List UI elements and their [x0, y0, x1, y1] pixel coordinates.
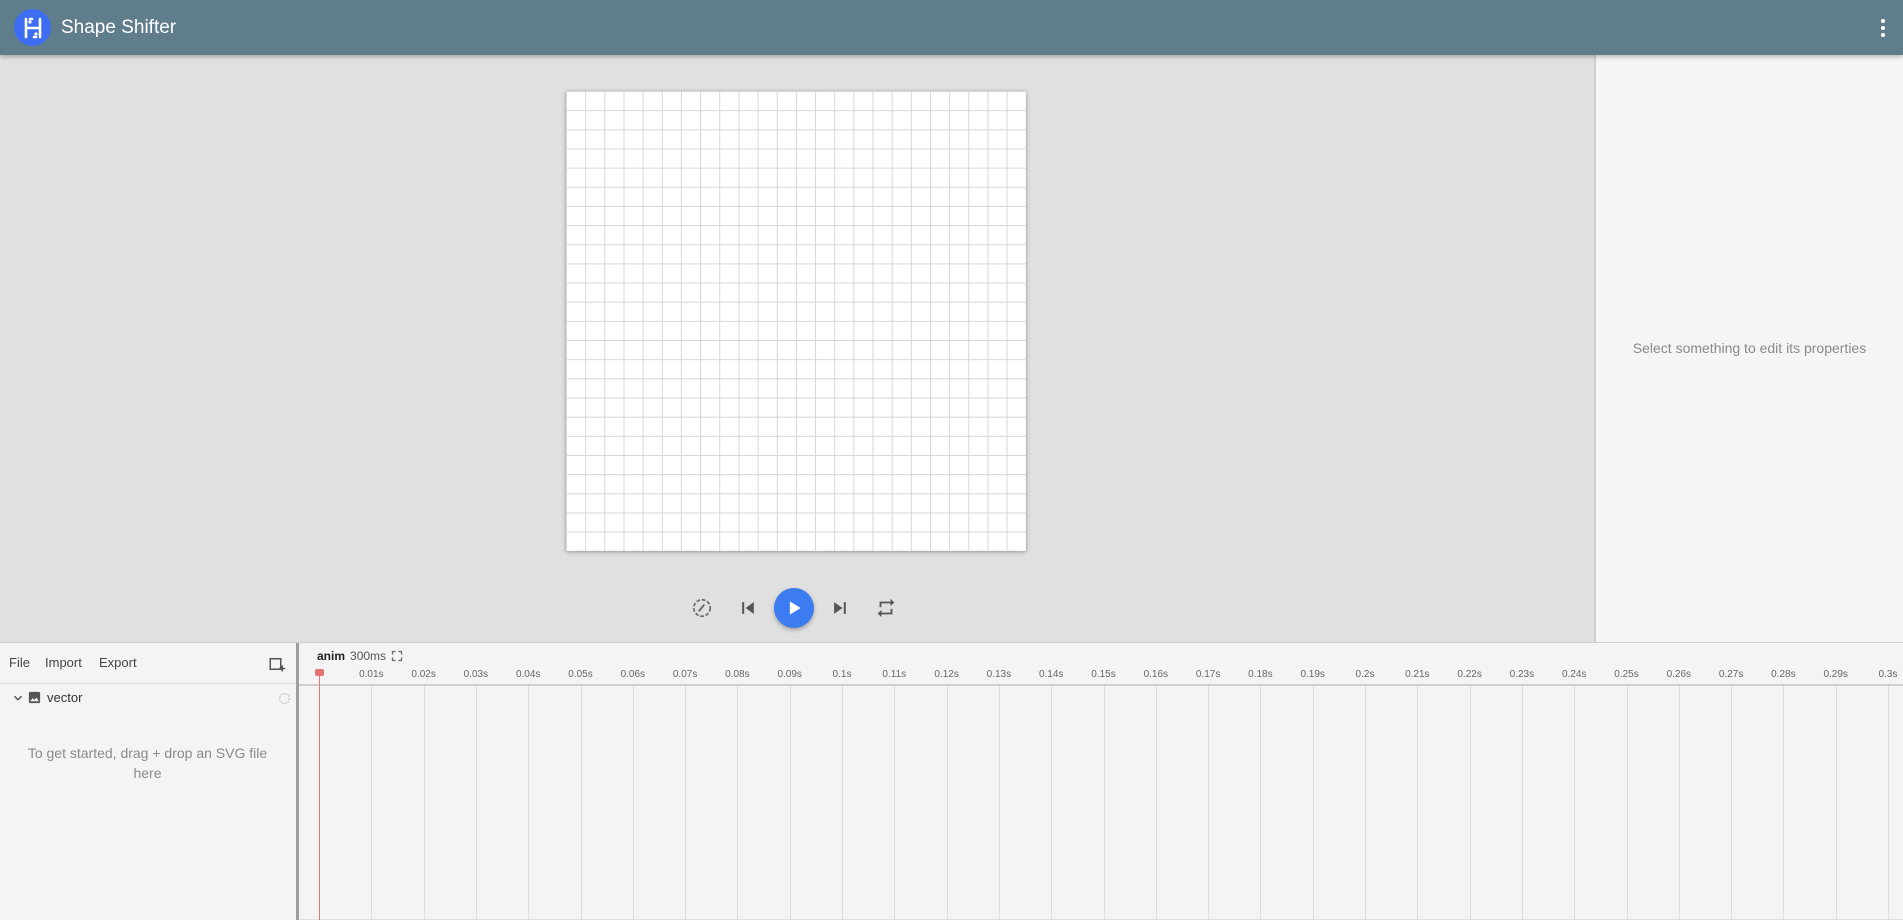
export-menu-button[interactable]: Export — [99, 655, 137, 670]
timeline-grid-line — [1208, 686, 1210, 920]
timeline-tick-label: 0.14s — [1038, 669, 1064, 680]
timeline-tick-label: 0.18s — [1248, 669, 1273, 680]
app-toolbar: Shape Shifter — [0, 0, 1903, 55]
timeline-grid-line — [1260, 686, 1262, 920]
timeline-grid-line — [894, 686, 896, 920]
properties-empty-message: Select something to edit its properties — [1632, 340, 1867, 356]
playback-controls — [690, 587, 898, 629]
more-vert-icon[interactable] — [1875, 16, 1891, 40]
animation-duration[interactable]: 300ms — [350, 649, 386, 663]
timeline-grid-line — [423, 686, 425, 920]
timeline-tick-label: 0.28s — [1771, 669, 1796, 680]
timeline-tick-label: 0.12s — [934, 669, 959, 680]
timeline-grid-line — [946, 686, 948, 920]
timeline-tick-label: 0.2s — [1355, 669, 1375, 680]
shape-shifter-logo-icon — [14, 9, 51, 46]
timeline-grid-line — [528, 686, 530, 920]
timeline-grid-line — [1521, 686, 1523, 920]
timeline-grid-line — [1365, 686, 1366, 920]
fullscreen-icon[interactable] — [391, 650, 403, 662]
timeline-tick-label: 0.27s — [1718, 669, 1744, 680]
timeline-tick-label: 0.29s — [1823, 669, 1848, 680]
timeline-tick-label: 0.25s — [1614, 669, 1639, 680]
timeline-tick-label: 0.3s — [1878, 669, 1898, 680]
layers-panel: File Import Export vector To get started… — [0, 643, 296, 920]
layer-row-vector[interactable]: vector — [0, 685, 296, 711]
play-icon — [789, 601, 801, 615]
skip-next-icon[interactable] — [828, 596, 852, 620]
timeline-tick-label: 0.03s — [463, 669, 489, 680]
animation-name[interactable]: anim — [317, 649, 345, 663]
timeline-grid-line — [1574, 686, 1576, 920]
play-button[interactable] — [774, 588, 814, 628]
timeline-tick-label: 0.19s — [1300, 669, 1325, 680]
speed-icon[interactable] — [690, 596, 714, 620]
layers-empty-message: To get started, drag + drop an SVG file … — [27, 745, 268, 781]
timeline-tick-label: 0.11s — [882, 669, 907, 680]
timeline-grid-line — [1678, 686, 1680, 920]
timeline-tick-label: 0.16s — [1143, 669, 1169, 680]
timeline-grid-line — [1783, 686, 1785, 920]
timeline-tick-label: 0.04s — [515, 669, 541, 680]
animation-header[interactable]: anim 300ms — [317, 646, 403, 666]
playhead-line — [319, 671, 320, 920]
timeline-grid-line — [1626, 686, 1628, 920]
timeline-grid-line — [580, 686, 582, 920]
timeline-tick-label: 0.1s — [832, 669, 852, 680]
timeline-grid-line — [1417, 686, 1419, 920]
timeline-tick-label: 0.07s — [672, 669, 698, 680]
timeline-grid-line — [1312, 686, 1314, 920]
timeline-tick-label: 0.13s — [986, 669, 1012, 680]
skip-previous-icon[interactable] — [736, 596, 760, 620]
layers-header: File Import Export — [0, 643, 296, 684]
timeline-tick-label: 0.21s — [1405, 669, 1430, 680]
timeline-grid-line — [371, 686, 373, 920]
timeline-ruler[interactable]: 0.01s 0.02s 0.03s 0.04s 0.05s 0.06s 0.07s 0.08s… — [299, 665, 1903, 686]
timeline-tick-label: 0.15s — [1091, 669, 1116, 680]
timeline-grid-line — [1469, 686, 1471, 920]
timeline-tick-label: 0.24s — [1561, 669, 1587, 680]
timeline-tick-label: 0.01s — [359, 669, 384, 680]
timeline-grid-line — [1103, 686, 1105, 920]
timeline-tick-label: 0.22s — [1457, 669, 1482, 680]
chevron-down-icon[interactable] — [11, 691, 25, 705]
properties-panel: Select something to edit its properties — [1594, 55, 1903, 642]
timeline-tick-label: 0.26s — [1666, 669, 1692, 680]
timeline-grid-line — [1731, 686, 1733, 920]
bottom-panel: File Import Export vector To get started… — [0, 642, 1903, 920]
timeline-grid-line — [789, 686, 791, 920]
timeline-panel: anim 300ms 0.01s 0.02s 0.03s 0.04s 0.05s 0.06… — [299, 643, 1903, 920]
playhead-handle[interactable] — [315, 669, 324, 676]
timeline-grid-line — [685, 686, 687, 920]
timeline-grid-line — [842, 686, 843, 920]
timeline-grid-line — [737, 686, 739, 920]
timeline-grid-line — [998, 686, 1000, 920]
image-icon — [28, 691, 41, 704]
timeline-tick-label: 0.09s — [777, 669, 802, 680]
timeline-grid-line — [1051, 686, 1053, 920]
timeline-tick-label: 0.17s — [1195, 669, 1221, 680]
repeat-icon[interactable] — [874, 596, 898, 620]
timeline-grid-line — [475, 686, 477, 920]
timeline-tick-label: 0.02s — [411, 669, 436, 680]
canvas-area — [0, 55, 1594, 642]
timeline-tick-label: 0.05s — [568, 669, 593, 680]
timeline-grid-line — [1155, 686, 1157, 920]
layer-label: vector — [47, 690, 83, 705]
timeline-grid-line — [1835, 686, 1837, 920]
timeline-grid-line — [1888, 686, 1889, 920]
file-menu-button[interactable]: File — [9, 655, 30, 670]
timeline-tick-label: 0.06s — [620, 669, 646, 680]
timeline-tick-label: 0.23s — [1509, 669, 1535, 680]
visibility-circle-icon[interactable] — [278, 692, 291, 705]
add-layer-icon[interactable] — [268, 655, 286, 673]
app-title: Shape Shifter — [61, 17, 177, 38]
canvas-artboard[interactable] — [566, 91, 1026, 551]
timeline-tick-label: 0.08s — [725, 669, 750, 680]
timeline-grid-line — [632, 686, 634, 920]
import-menu-button[interactable]: Import — [45, 655, 82, 670]
